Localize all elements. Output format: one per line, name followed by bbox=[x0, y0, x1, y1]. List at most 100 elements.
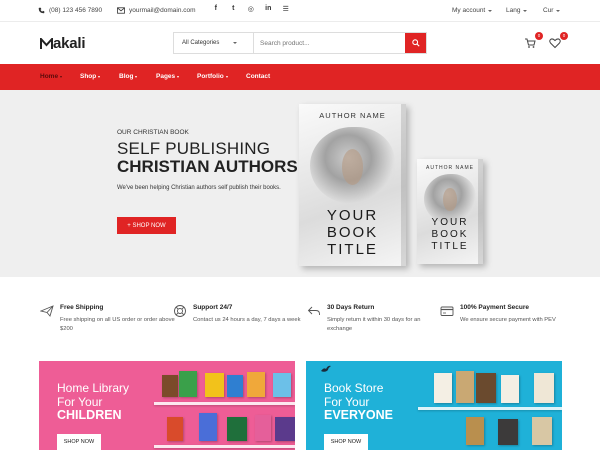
banner-line2: For Your bbox=[324, 395, 370, 409]
book-author: AUTHOR NAME bbox=[426, 165, 474, 171]
top-bar: (08) 123 456 7890 yourmail@domain.com f … bbox=[0, 0, 600, 22]
logo-mark-icon bbox=[40, 37, 53, 49]
account-dropdown[interactable]: My account bbox=[452, 7, 493, 14]
hero-description: We've been helping Christian authors sel… bbox=[117, 185, 281, 191]
chevron-down-icon bbox=[60, 75, 63, 78]
chevron-down-icon bbox=[556, 9, 561, 12]
nav-item-portfolio[interactable]: Portfolio bbox=[197, 73, 228, 80]
feature-text: We ensure secure payment with PEV bbox=[460, 317, 556, 323]
chevron-down-icon bbox=[135, 75, 138, 78]
banner-line1: Home Library bbox=[57, 381, 130, 395]
phone-icon bbox=[38, 7, 45, 14]
chevron-down-icon bbox=[523, 9, 528, 12]
feature-text: Free shipping on all US order or order a… bbox=[60, 317, 175, 332]
card-icon bbox=[440, 306, 454, 316]
language-label: Lang bbox=[506, 7, 521, 14]
account-label: My account bbox=[452, 7, 486, 14]
nav-label: Pages bbox=[156, 73, 176, 80]
chevron-down-icon bbox=[98, 75, 101, 78]
airplane-icon bbox=[40, 305, 54, 317]
feature-text: Contact us 24 hours a day, 7 days a week bbox=[193, 317, 301, 323]
nav-label: Blog bbox=[119, 73, 134, 80]
search-input[interactable] bbox=[254, 33, 405, 53]
cart-icon bbox=[525, 38, 536, 48]
cart-count-badge: 0 bbox=[535, 32, 543, 40]
search-button[interactable] bbox=[405, 33, 426, 53]
nav-label: Home bbox=[40, 73, 59, 80]
email-contact[interactable]: yourmail@domain.com bbox=[117, 7, 196, 14]
chevron-down-icon bbox=[488, 9, 493, 12]
currency-label: Cur bbox=[543, 7, 554, 14]
return-arrow-icon bbox=[307, 306, 320, 315]
bird-icon bbox=[321, 365, 331, 372]
chevron-down-icon bbox=[233, 42, 238, 44]
main-nav: Home Shop Blog Pages Portfolio Contact bbox=[0, 64, 600, 90]
nav-item-home[interactable]: Home bbox=[40, 73, 63, 80]
search-bar: All Categories bbox=[173, 32, 427, 54]
site-logo[interactable]: akali bbox=[40, 35, 86, 52]
social-links: f t ◎ in ☰ bbox=[207, 5, 295, 13]
wishlist-button[interactable]: 0 bbox=[549, 32, 568, 50]
book-author: AUTHOR NAME bbox=[319, 111, 386, 120]
feature-title: 30 Days Return bbox=[327, 304, 375, 311]
currency-dropdown[interactable]: Cur bbox=[543, 7, 561, 14]
banner-everyone[interactable]: Book Store For Your EVERYONE SHOP NOW bbox=[306, 361, 562, 450]
category-label: All Categories bbox=[182, 40, 220, 46]
email-address: yourmail@domain.com bbox=[129, 7, 196, 14]
cart-button[interactable]: 0 bbox=[524, 32, 543, 50]
book-spine bbox=[401, 104, 406, 266]
hero-shop-now-button[interactable]: + SHOP NOW bbox=[117, 217, 176, 234]
feature-text: Simply return it within 30 days for an e… bbox=[327, 317, 421, 332]
banner-shop-now-button[interactable]: SHOP NOW bbox=[57, 434, 101, 450]
logo-text: akali bbox=[53, 35, 86, 52]
book-title-line1: YOUR bbox=[326, 207, 379, 224]
book-title-line2: BOOK bbox=[431, 229, 469, 240]
cover-figure bbox=[443, 188, 457, 212]
banner-line1: Book Store bbox=[324, 381, 384, 395]
book-title-line2: BOOK bbox=[326, 224, 379, 241]
banner-line3: CHILDREN bbox=[57, 408, 122, 422]
hero-eyebrow: OUR CHRISTIAN BOOK bbox=[117, 129, 189, 136]
facebook-icon[interactable]: f bbox=[207, 5, 225, 13]
chevron-down-icon bbox=[177, 75, 180, 78]
instagram-icon[interactable]: ◎ bbox=[242, 5, 260, 13]
language-dropdown[interactable]: Lang bbox=[506, 7, 528, 14]
book-title-line3: TITLE bbox=[431, 241, 469, 252]
nav-label: Shop bbox=[80, 73, 97, 80]
mail-icon bbox=[117, 7, 125, 14]
hero-title-line2: CHRISTIAN AUTHORS bbox=[117, 157, 298, 176]
search-icon bbox=[411, 39, 420, 47]
banner-line3: EVERYONE bbox=[324, 408, 394, 422]
book-title-line1: YOUR bbox=[431, 217, 469, 228]
phone-number: (08) 123 456 7890 bbox=[49, 7, 103, 14]
wishlist-count-badge: 0 bbox=[560, 32, 568, 40]
hero-title-line1: SELF PUBLISHING bbox=[117, 139, 271, 158]
nav-item-contact[interactable]: Contact bbox=[246, 73, 270, 80]
site-header: akali All Categories 0 0 bbox=[0, 22, 600, 64]
rss-icon[interactable]: ☰ bbox=[277, 5, 295, 13]
banner-line2: For Your bbox=[57, 395, 103, 409]
book-cover-small: AUTHOR NAME YOUR BOOK TITLE bbox=[417, 159, 483, 264]
book-title-line3: TITLE bbox=[327, 241, 378, 258]
cover-figure bbox=[341, 149, 364, 185]
nav-label: Portfolio bbox=[197, 73, 224, 80]
nav-item-pages[interactable]: Pages bbox=[156, 73, 180, 80]
phone-contact[interactable]: (08) 123 456 7890 bbox=[38, 7, 102, 14]
book-spine bbox=[478, 159, 483, 264]
book-cover-large: AUTHOR NAME YOUR BOOK TITLE bbox=[299, 104, 406, 266]
nav-item-blog[interactable]: Blog bbox=[119, 73, 138, 80]
lifebuoy-icon bbox=[174, 305, 186, 317]
heart-icon bbox=[549, 38, 561, 49]
feature-title: 100% Payment Secure bbox=[460, 304, 530, 311]
banner-children[interactable]: Home Library For Your CHILDREN SHOP NOW bbox=[39, 361, 295, 450]
category-select[interactable]: All Categories bbox=[174, 33, 254, 53]
chevron-down-icon bbox=[225, 75, 228, 78]
feature-title: Support 24/7 bbox=[193, 304, 233, 311]
linkedin-icon[interactable]: in bbox=[260, 5, 278, 13]
nav-item-shop[interactable]: Shop bbox=[80, 73, 101, 80]
feature-title: Free Shipping bbox=[60, 304, 104, 311]
nav-label: Contact bbox=[246, 73, 271, 80]
twitter-icon[interactable]: t bbox=[225, 5, 243, 13]
hero-slider: OUR CHRISTIAN BOOK SELF PUBLISHING CHRIS… bbox=[0, 90, 600, 277]
banner-shop-now-button[interactable]: SHOP NOW bbox=[324, 434, 368, 450]
